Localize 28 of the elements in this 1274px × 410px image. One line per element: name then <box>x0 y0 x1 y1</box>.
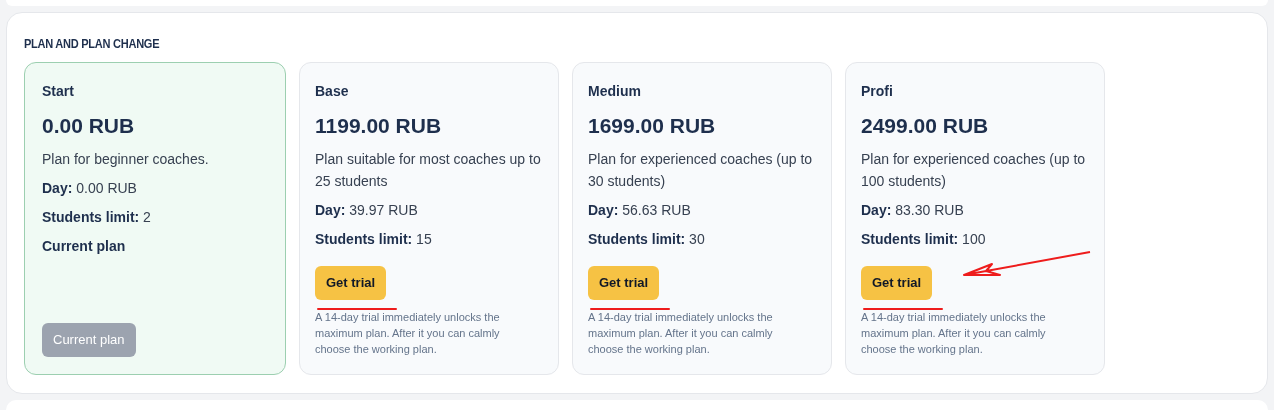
plan-price: 2499.00 RUB <box>861 113 990 139</box>
plan-name: Medium <box>588 82 642 101</box>
plan-name: Profi <box>861 82 894 101</box>
day-price: Day: 83.30 RUB <box>861 201 965 220</box>
students-limit: Students limit: 2 <box>42 208 152 227</box>
plan-description: Plan for experienced coaches (up to 100 students) <box>861 150 1087 191</box>
plan-price: 1699.00 RUB <box>588 113 717 139</box>
plan-price: 0.00 RUB <box>42 113 136 139</box>
get-trial-button[interactable]: Get trial <box>588 266 660 300</box>
plan-price: 1199.00 RUB <box>315 113 443 139</box>
plan-name: Base <box>315 82 350 101</box>
trial-note: A 14-day trial immediately unlocks the maximum plan. After it you can calmly choose the working plan. <box>588 310 774 357</box>
trial-note: A 14-day trial immediately unlocks the maximum plan. After it you can calmly choose the working plan. <box>315 310 501 357</box>
get-trial-button[interactable]: Get trial <box>861 266 933 300</box>
plan-description: Plan suitable for most coaches up to 25 students <box>315 150 542 191</box>
section-title: PLAN AND PLAN CHANGE <box>24 36 160 52</box>
students-limit: Students limit: 100 <box>861 230 987 249</box>
get-trial-button[interactable]: Get trial <box>315 266 387 300</box>
students-limit: Students limit: 30 <box>588 230 706 249</box>
current-plan-label: Current plan <box>42 237 127 256</box>
plan-description: Plan for experienced coaches (up to 30 students) <box>588 150 814 191</box>
day-price: Day: 39.97 RUB <box>315 201 419 220</box>
day-price: Day: 0.00 RUB <box>42 179 138 198</box>
plan-name: Start <box>42 82 75 101</box>
students-limit: Students limit: 15 <box>315 230 433 249</box>
day-price: Day: 56.63 RUB <box>588 201 692 220</box>
trial-note: A 14-day trial immediately unlocks the maximum plan. After it you can calmly choose the working plan. <box>861 310 1047 357</box>
plan-description: Plan for beginner coaches. <box>42 150 210 169</box>
